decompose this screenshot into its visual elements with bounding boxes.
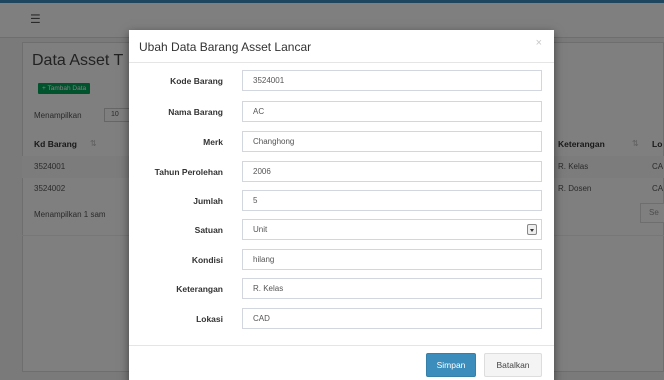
form-row-kondisi: Kondisi hilang bbox=[129, 249, 554, 273]
satuan-select[interactable]: Unit bbox=[242, 219, 542, 240]
satuan-selected-value: Unit bbox=[253, 225, 268, 234]
form-row-merk: Merk Changhong bbox=[129, 131, 554, 155]
jumlah-input[interactable]: 5 bbox=[242, 190, 542, 211]
merk-input[interactable]: Changhong bbox=[242, 131, 542, 152]
kode-barang-label: Kode Barang bbox=[170, 76, 223, 86]
cancel-button[interactable]: Batalkan bbox=[484, 353, 542, 377]
keterangan-label: Keterangan bbox=[176, 284, 223, 294]
modal-title: Ubah Data Barang Asset Lancar bbox=[139, 40, 312, 54]
tahun-perolehan-input[interactable]: 2006 bbox=[242, 161, 542, 182]
lokasi-input[interactable]: CAD bbox=[242, 308, 542, 329]
nama-barang-input[interactable]: AC bbox=[242, 101, 542, 122]
chevron-down-icon[interactable] bbox=[527, 224, 537, 235]
modal-header: Ubah Data Barang Asset Lancar × bbox=[129, 30, 554, 63]
keterangan-input[interactable]: R. Kelas bbox=[242, 278, 542, 299]
kondisi-input[interactable]: hilang bbox=[242, 249, 542, 270]
form-row-jumlah: Jumlah 5 bbox=[129, 190, 554, 214]
kode-barang-input[interactable]: 3524001 bbox=[242, 70, 542, 91]
satuan-label: Satuan bbox=[194, 225, 223, 235]
merk-label: Merk bbox=[203, 137, 223, 147]
close-icon[interactable]: × bbox=[536, 37, 542, 49]
form-row-satuan: Satuan Unit bbox=[129, 219, 554, 243]
form-row-lokasi: Lokasi CAD bbox=[129, 308, 554, 332]
form-row-kode-barang: Kode Barang 3524001 bbox=[129, 70, 554, 94]
lokasi-label: Lokasi bbox=[196, 314, 223, 324]
nama-barang-label: Nama Barang bbox=[168, 107, 223, 117]
form-row-keterangan: Keterangan R. Kelas bbox=[129, 278, 554, 302]
save-button[interactable]: Simpan bbox=[426, 353, 476, 377]
modal-footer-divider bbox=[129, 345, 554, 346]
form-row-tahun-perolehan: Tahun Perolehan 2006 bbox=[129, 161, 554, 185]
tahun-perolehan-label: Tahun Perolehan bbox=[154, 167, 223, 177]
kondisi-label: Kondisi bbox=[191, 255, 223, 265]
edit-asset-modal: Ubah Data Barang Asset Lancar × Kode Bar… bbox=[129, 30, 554, 380]
jumlah-label: Jumlah bbox=[193, 196, 223, 206]
form-row-nama-barang: Nama Barang AC bbox=[129, 101, 554, 125]
